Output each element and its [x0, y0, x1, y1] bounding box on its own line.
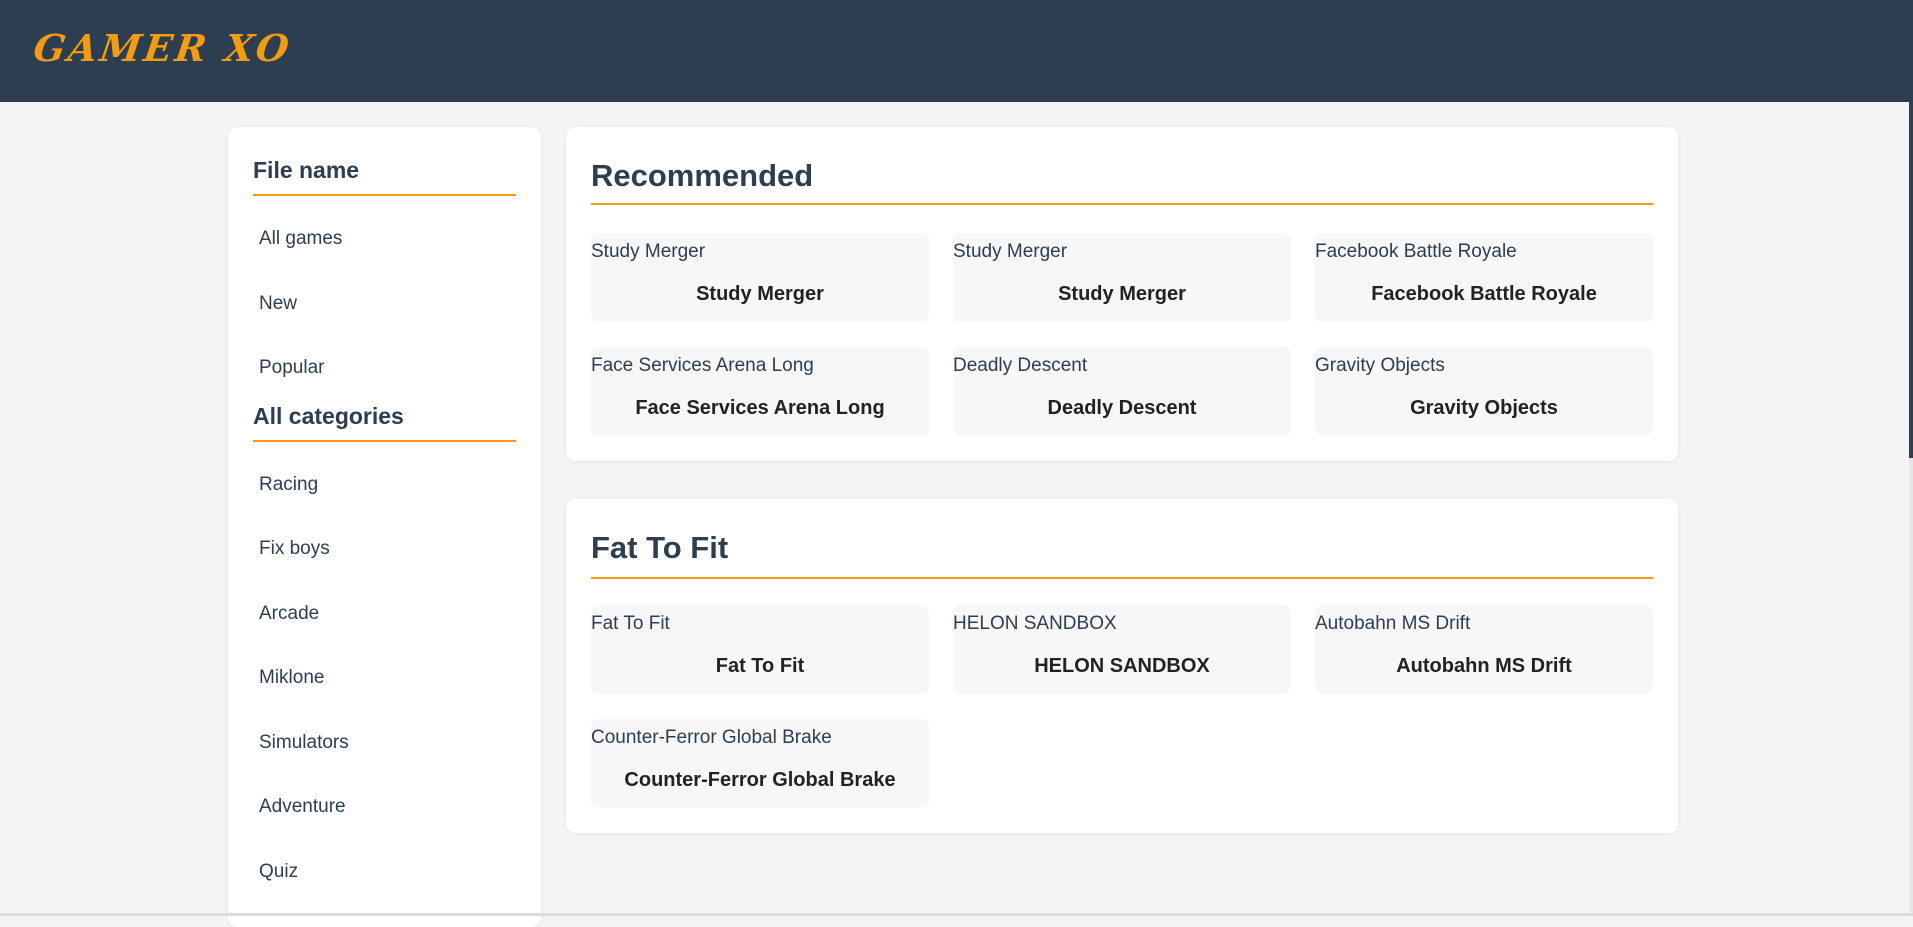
- game-card-title: HELON SANDBOX: [1034, 655, 1210, 677]
- fat-to-fit-panel: Fat To Fit Fat To Fit Fat To Fit HELON S…: [566, 499, 1678, 833]
- sidebar-item-arcade[interactable]: Arcade: [253, 582, 516, 647]
- sidebar-item-simulators[interactable]: Simulators: [253, 711, 516, 776]
- game-card-label: Autobahn MS Drift: [1315, 613, 1471, 634]
- file-list: All games New Popular: [253, 207, 516, 401]
- game-card-title: Study Merger: [696, 283, 824, 305]
- sidebar-item-adventure[interactable]: Adventure: [253, 775, 516, 840]
- site-logo[interactable]: GAMER XO: [31, 26, 295, 70]
- game-card[interactable]: Gravity Objects Gravity Objects: [1315, 347, 1653, 436]
- game-card-title: Gravity Objects: [1410, 397, 1558, 419]
- categories-heading: All categories: [253, 403, 516, 442]
- game-card[interactable]: Autobahn MS Drift Autobahn MS Drift: [1315, 605, 1653, 694]
- game-card-title: Autobahn MS Drift: [1396, 655, 1572, 677]
- game-card-label: HELON SANDBOX: [953, 613, 1117, 634]
- game-card-label: Face Services Arena Long: [591, 355, 814, 376]
- game-card-title: Counter-Ferror Global Brake: [624, 769, 896, 791]
- game-card[interactable]: Study Merger Study Merger: [953, 233, 1291, 322]
- sidebar-item-miklone[interactable]: Miklone: [253, 646, 516, 711]
- fat-to-fit-title: Fat To Fit: [591, 530, 1653, 579]
- game-card-label: Facebook Battle Royale: [1315, 241, 1517, 262]
- top-header: GAMER XO: [0, 0, 1913, 102]
- game-card[interactable]: Study Merger Study Merger: [591, 233, 929, 322]
- game-card-label: Gravity Objects: [1315, 355, 1445, 376]
- game-card[interactable]: Deadly Descent Deadly Descent: [953, 347, 1291, 436]
- sidebar-item-all-games[interactable]: All games: [253, 207, 516, 272]
- game-card[interactable]: Facebook Battle Royale Facebook Battle R…: [1315, 233, 1653, 322]
- file-name-heading: File name: [253, 157, 516, 196]
- game-card-title: Face Services Arena Long: [635, 397, 885, 419]
- scrollbar-thumb[interactable]: [1909, 0, 1913, 458]
- file-name-section: File name All games New Popular: [228, 127, 541, 401]
- game-card[interactable]: Fat To Fit Fat To Fit: [591, 605, 929, 694]
- recommended-panel: Recommended Study Merger Study Merger St…: [566, 127, 1678, 461]
- game-card-title: Study Merger: [1058, 283, 1186, 305]
- sidebar-item-popular[interactable]: Popular: [253, 336, 516, 401]
- game-card-label: Study Merger: [591, 241, 706, 262]
- sidebar: File name All games New Popular All cate…: [228, 127, 541, 927]
- sidebar-item-racing[interactable]: Racing: [253, 453, 516, 518]
- game-card-title: Facebook Battle Royale: [1371, 283, 1597, 305]
- game-card[interactable]: Counter-Ferror Global Brake Counter-Ferr…: [591, 719, 929, 808]
- game-card-label: Counter-Ferror Global Brake: [591, 727, 832, 748]
- game-card-label: Fat To Fit: [591, 613, 670, 634]
- game-card[interactable]: Face Services Arena Long Face Services A…: [591, 347, 929, 436]
- category-list: Racing Fix boys Arcade Miklone Simulator…: [253, 453, 516, 905]
- game-card-title: Fat To Fit: [715, 655, 805, 677]
- sidebar-item-fix-boys[interactable]: Fix boys: [253, 517, 516, 582]
- categories-section: All categories Racing Fix boys Arcade Mi…: [228, 401, 541, 905]
- game-card-label: Study Merger: [953, 241, 1068, 262]
- sidebar-item-new[interactable]: New: [253, 272, 516, 337]
- game-card[interactable]: HELON SANDBOX HELON SANDBOX: [953, 605, 1291, 694]
- game-card-label: Deadly Descent: [953, 355, 1088, 376]
- sidebar-item-quiz[interactable]: Quiz: [253, 840, 516, 905]
- game-card-title: Deadly Descent: [1047, 397, 1197, 419]
- recommended-title: Recommended: [591, 158, 1653, 205]
